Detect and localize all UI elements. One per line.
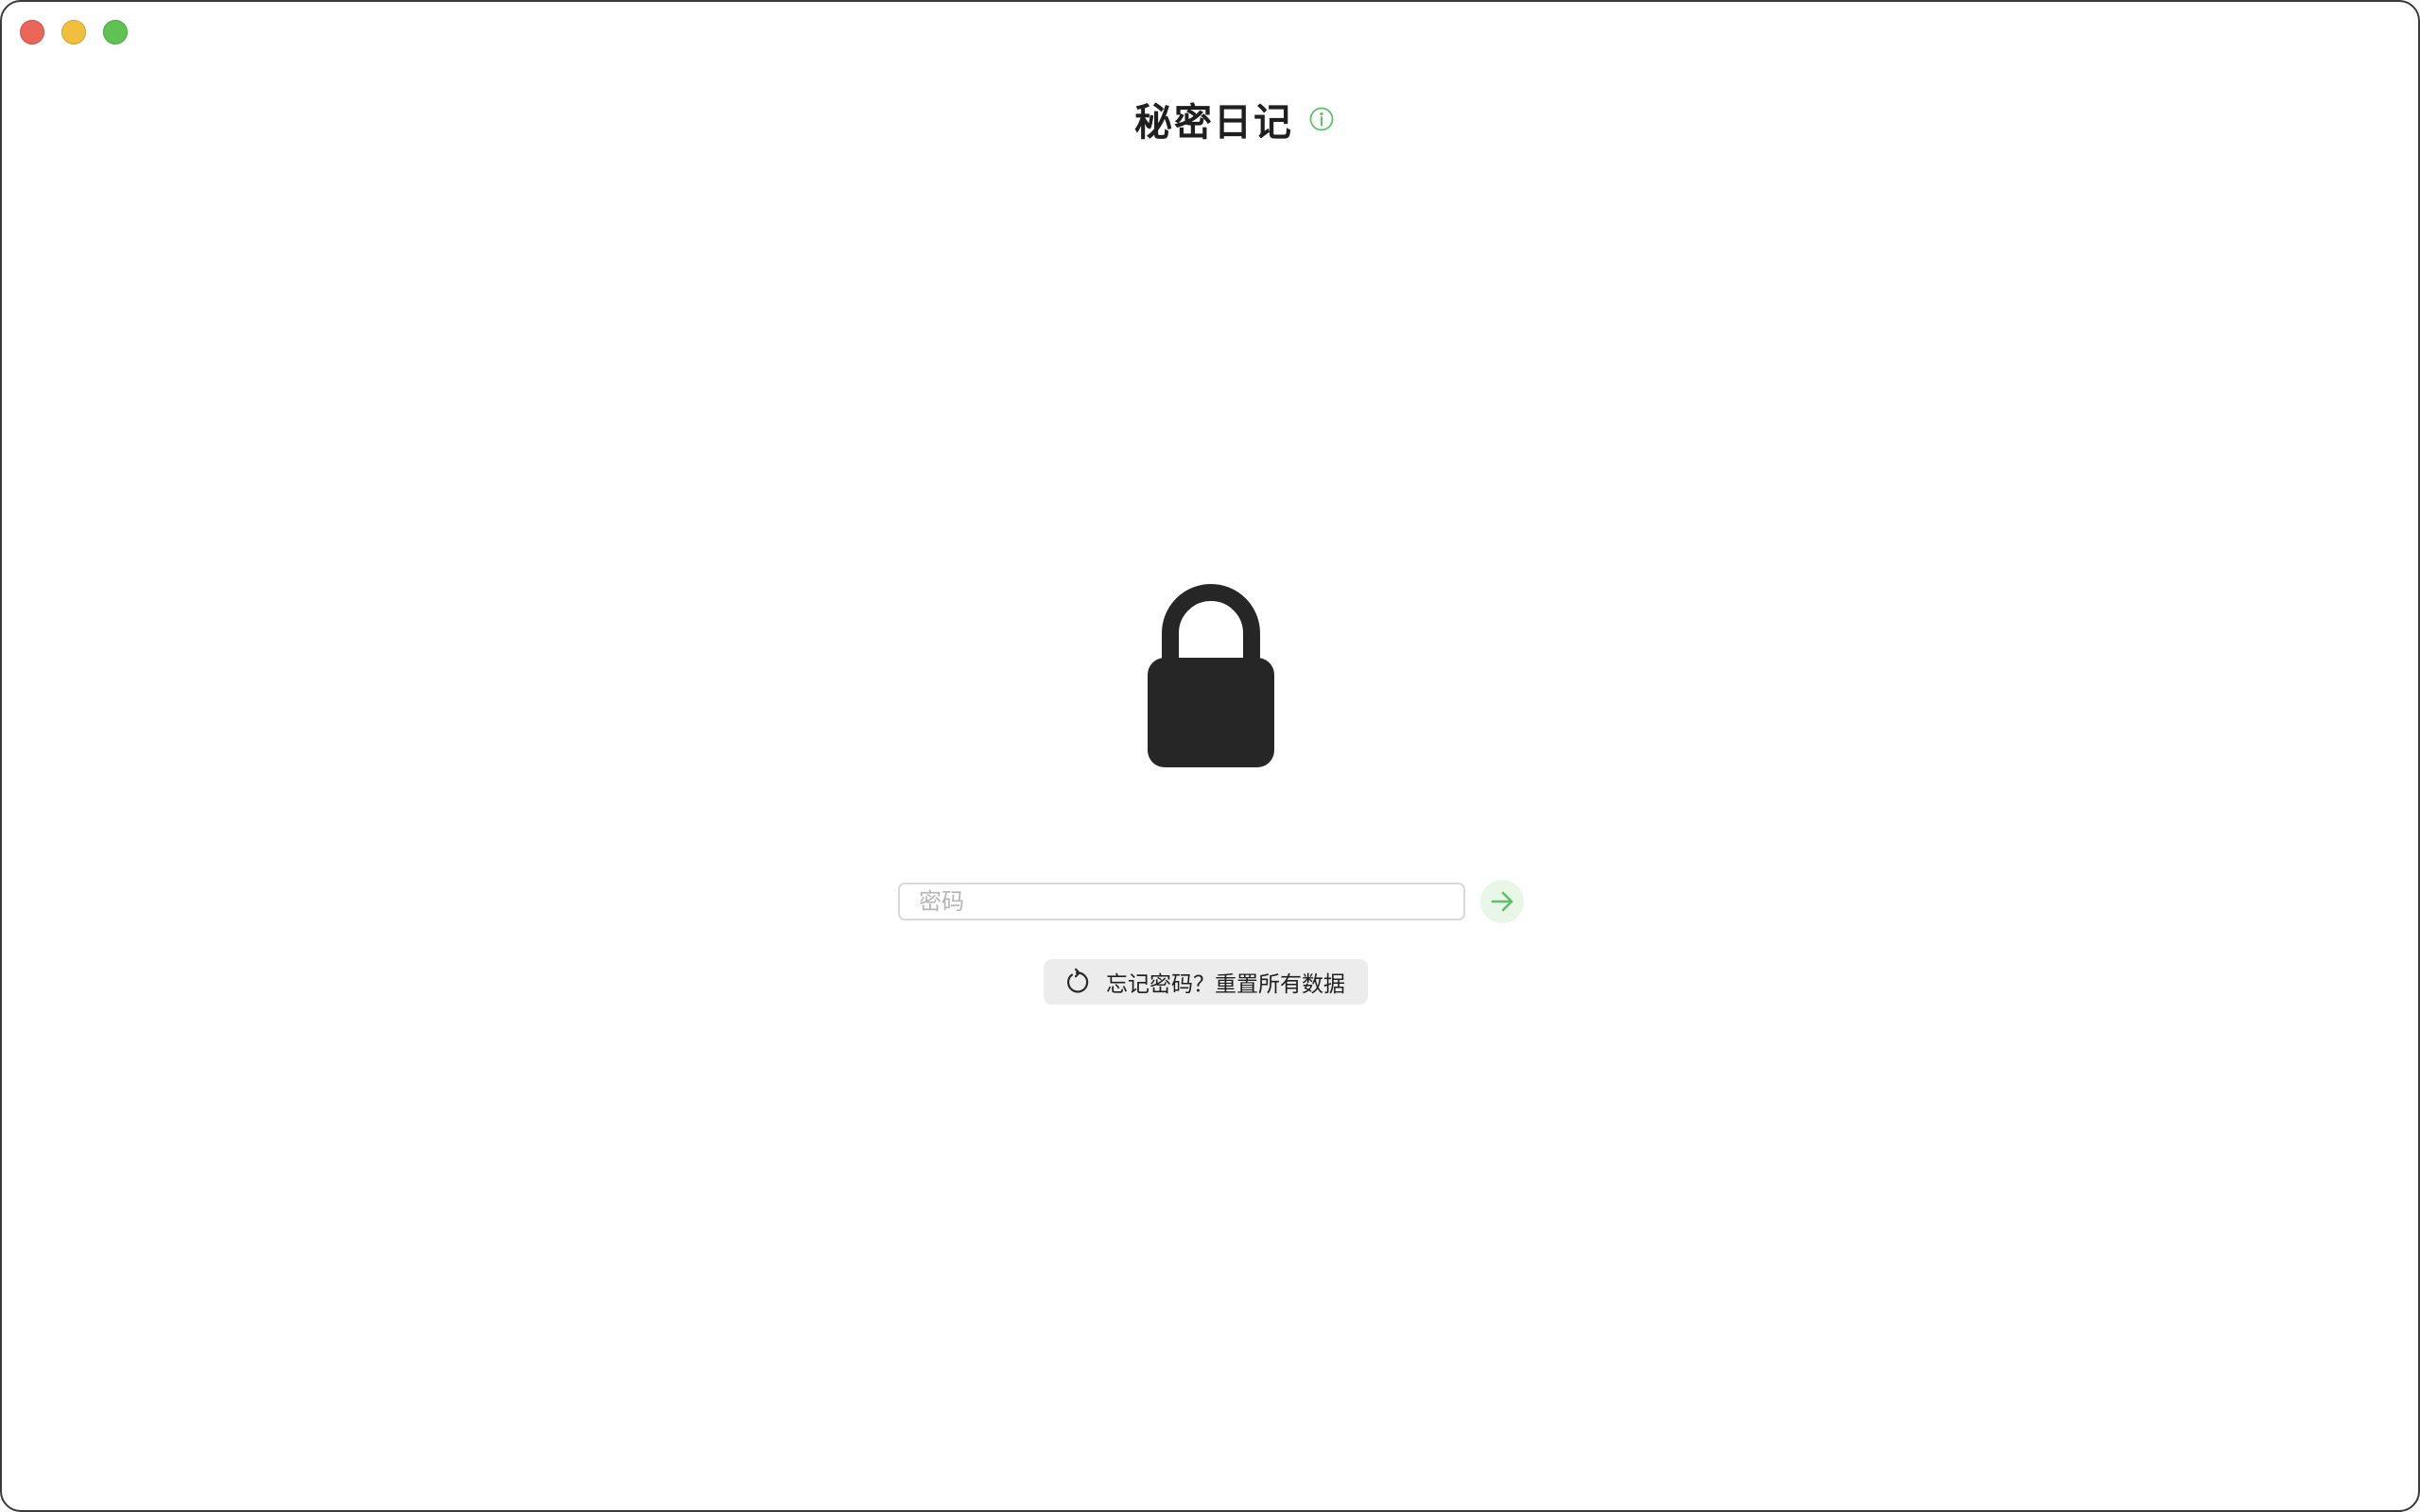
close-window-button[interactable] (20, 20, 44, 44)
header: 秘密日记 (2, 93, 2418, 146)
reset-arrow-icon (1063, 968, 1091, 996)
lock-icon (1148, 584, 1274, 767)
app-window: 秘密日记 忘记密码？重置所有数据 (0, 0, 2420, 1512)
page-title: 秘密日记 (1134, 101, 1293, 145)
reset-button-label: 忘记密码？重置所有数据 (1106, 972, 1345, 997)
reset-all-data-button[interactable]: 忘记密码？重置所有数据 (1044, 959, 1368, 1005)
password-input[interactable] (898, 883, 1465, 920)
zoom-window-button[interactable] (103, 20, 128, 44)
submit-password-button[interactable] (1480, 880, 1524, 923)
password-row (898, 880, 1524, 923)
info-icon[interactable] (1308, 106, 1335, 132)
window-controls (20, 20, 128, 44)
arrow-right-icon (1491, 891, 1513, 912)
minimize-window-button[interactable] (61, 20, 86, 44)
